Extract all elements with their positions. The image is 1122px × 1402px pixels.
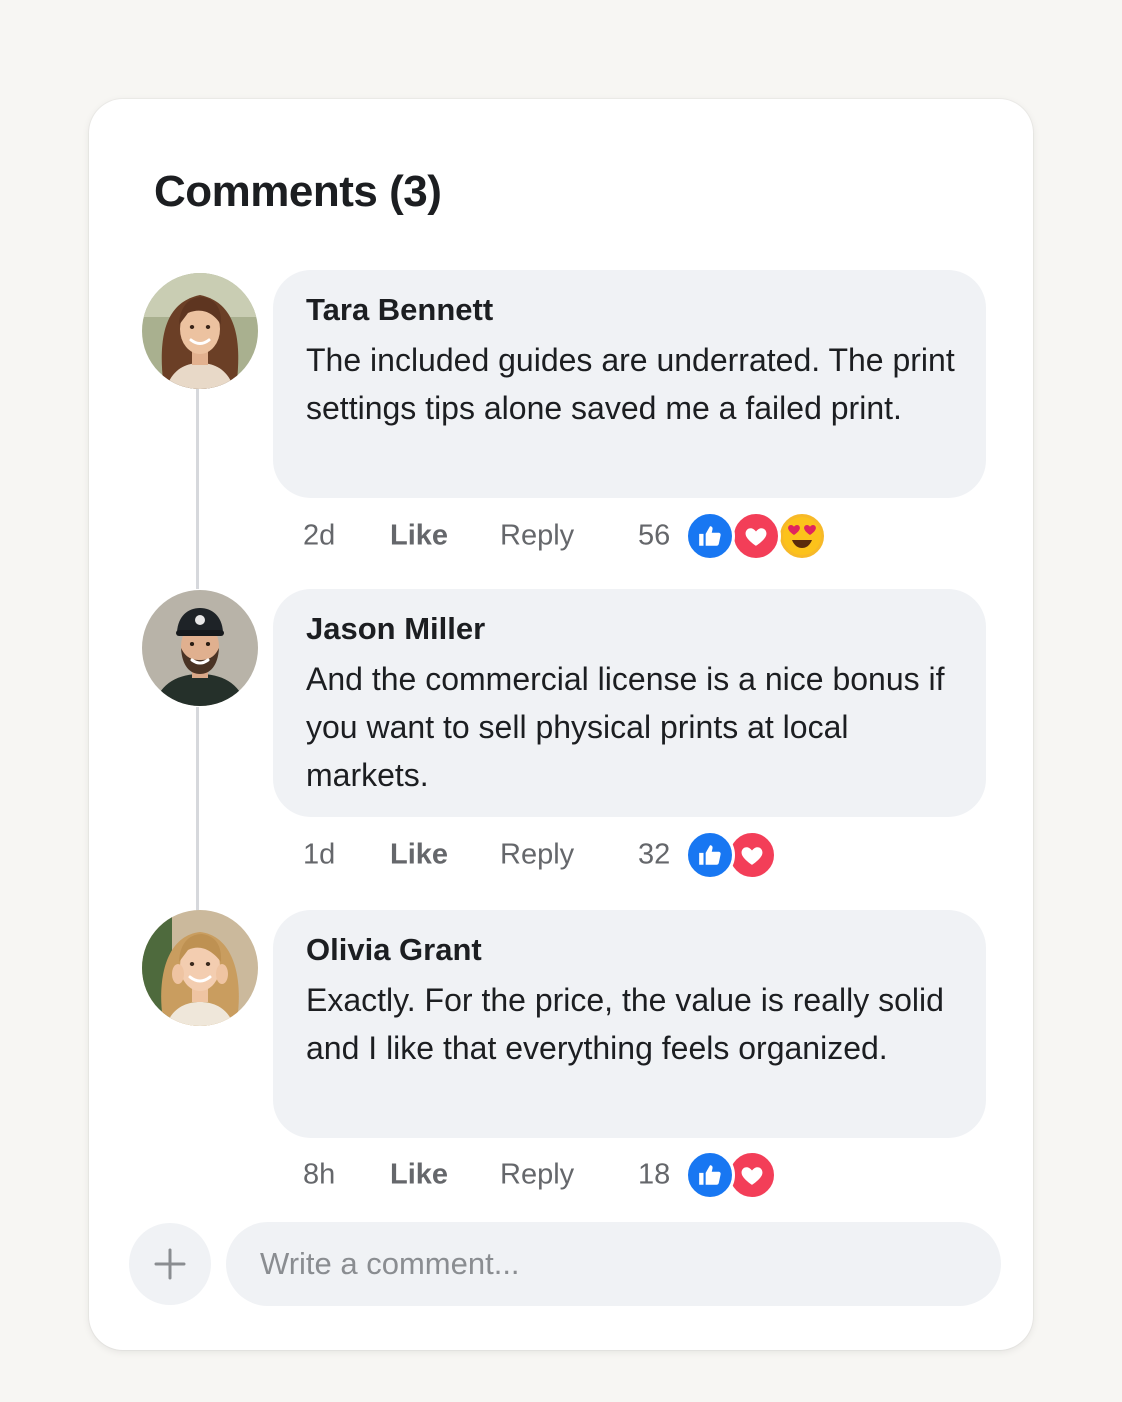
- comment-timestamp[interactable]: 1d: [303, 839, 335, 872]
- comments-card: Comments (3) Tara Bennett The included g…: [89, 99, 1033, 1350]
- like-icon: [685, 830, 735, 880]
- comment-bubble: Jason Miller And the commercial license …: [273, 589, 986, 817]
- avatar-tara-bennett[interactable]: [142, 273, 258, 389]
- avatar-olivia-grant[interactable]: [142, 910, 258, 1026]
- like-icon: [685, 511, 735, 561]
- comment-actions: 8h Like Reply 18: [89, 1149, 1033, 1201]
- reaction-count[interactable]: 18: [638, 1159, 670, 1192]
- comment-actions: 2d Like Reply 56: [89, 510, 1033, 562]
- comment-bubble: Tara Bennett The included guides are und…: [273, 270, 986, 498]
- avatar-image: [142, 590, 258, 706]
- comment-author[interactable]: Olivia Grant: [306, 930, 956, 970]
- comment-text: And the commercial license is a nice bon…: [306, 661, 945, 793]
- comments-title: Comments (3): [154, 167, 442, 216]
- like-icon: [685, 1150, 735, 1200]
- comment-author[interactable]: Jason Miller: [306, 609, 956, 649]
- comment-actions: 1d Like Reply 32: [89, 829, 1033, 881]
- like-button[interactable]: Like: [390, 520, 448, 553]
- like-button[interactable]: Like: [390, 1159, 448, 1192]
- comment-bubble: Olivia Grant Exactly. For the price, the…: [273, 910, 986, 1138]
- avatar-jason-miller[interactable]: [142, 590, 258, 706]
- plus-icon: [154, 1248, 186, 1280]
- comment-timestamp[interactable]: 8h: [303, 1159, 335, 1192]
- heart-eyes-emoji-icon: [777, 511, 827, 561]
- reply-button[interactable]: Reply: [500, 520, 574, 553]
- reply-button[interactable]: Reply: [500, 1159, 574, 1192]
- reply-button[interactable]: Reply: [500, 839, 574, 872]
- comment-text: Exactly. For the price, the value is rea…: [306, 982, 944, 1066]
- add-attachment-button[interactable]: [129, 1223, 211, 1305]
- comment-timestamp[interactable]: 2d: [303, 520, 335, 553]
- reaction-count[interactable]: 32: [638, 839, 670, 872]
- comment-input[interactable]: [226, 1222, 1001, 1306]
- reaction-count[interactable]: 56: [638, 520, 670, 553]
- like-button[interactable]: Like: [390, 839, 448, 872]
- comment-text: The included guides are underrated. The …: [306, 342, 955, 426]
- love-icon: [731, 511, 781, 561]
- avatar-image: [142, 910, 258, 1026]
- comment-author[interactable]: Tara Bennett: [306, 290, 956, 330]
- avatar-image: [142, 273, 258, 389]
